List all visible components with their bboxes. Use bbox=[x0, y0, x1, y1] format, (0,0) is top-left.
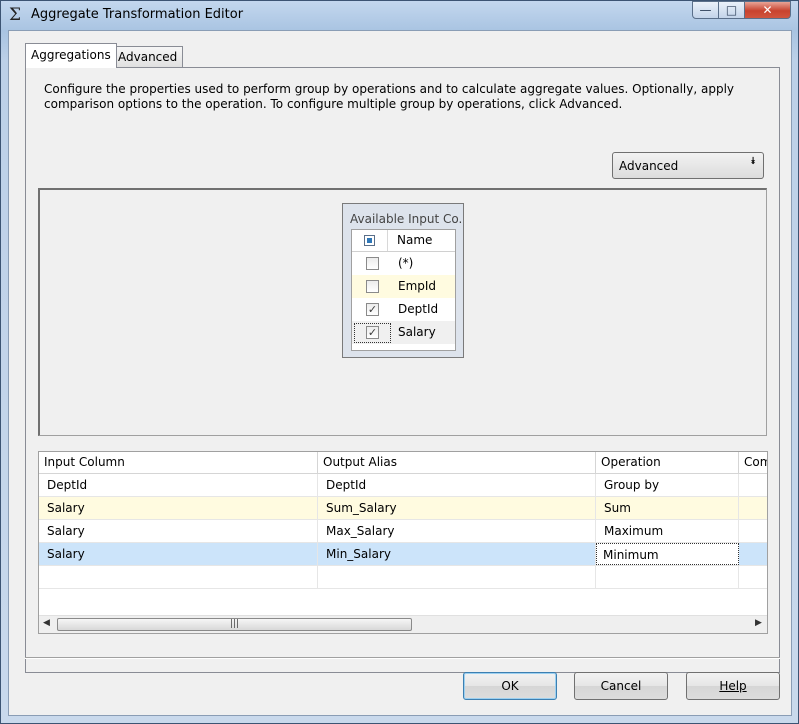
tab-advanced[interactable]: Advanced bbox=[112, 46, 184, 67]
grid-header: Input Column Output Alias Operation Com bbox=[39, 452, 767, 474]
comparison-flags-cell[interactable] bbox=[739, 474, 767, 496]
column-name: (*) bbox=[398, 256, 414, 270]
header-divider bbox=[387, 230, 388, 251]
title-bar[interactable]: Σ Aggregate Transformation Editor — □ ✕ bbox=[1, 1, 798, 29]
output-alias-header[interactable]: Output Alias bbox=[318, 452, 596, 473]
available-input-columns-box[interactable]: Available Input Co... Name (*) EmpId ✓ D… bbox=[342, 203, 464, 358]
column-checkbox[interactable]: ✓ bbox=[366, 326, 379, 339]
column-item[interactable]: ✓ DeptId bbox=[352, 298, 455, 321]
columns-list-header: Name bbox=[352, 230, 455, 252]
minimize-button[interactable]: — bbox=[692, 1, 719, 19]
column-item[interactable]: EmpId bbox=[352, 275, 455, 298]
output-alias-cell[interactable]: Sum_Salary bbox=[318, 497, 596, 519]
name-column-header: Name bbox=[397, 233, 433, 247]
maximize-button[interactable]: □ bbox=[718, 1, 745, 19]
ok-button[interactable]: OK bbox=[463, 672, 557, 700]
comparison-flags-cell[interactable] bbox=[739, 543, 767, 565]
available-columns-title: Available Input Co... bbox=[350, 212, 462, 226]
column-name: EmpId bbox=[398, 279, 437, 293]
scroll-left-icon[interactable]: ◀ bbox=[43, 618, 50, 628]
table-row[interactable]: Salary Sum_Salary Sum bbox=[39, 497, 767, 520]
column-name: DeptId bbox=[398, 302, 439, 316]
comparison-flags-header[interactable]: Com bbox=[739, 452, 767, 473]
input-column-cell[interactable]: Salary bbox=[39, 497, 318, 519]
aggregation-grid: Input Column Output Alias Operation Com … bbox=[38, 451, 768, 634]
maximize-icon: □ bbox=[725, 3, 738, 17]
operation-cell[interactable]: Sum bbox=[596, 497, 739, 519]
horizontal-scrollbar[interactable]: ◀ ||| ▶ bbox=[39, 615, 767, 633]
column-item[interactable]: (*) bbox=[352, 252, 455, 275]
minimize-icon: — bbox=[699, 3, 712, 17]
operation-cell[interactable] bbox=[596, 566, 739, 588]
operation-cell[interactable]: Minimum bbox=[596, 543, 739, 565]
aggregations-panel: Configure the properties used to perform… bbox=[25, 67, 780, 673]
tab-aggregations[interactable]: Aggregations bbox=[25, 43, 117, 68]
output-alias-cell[interactable] bbox=[318, 566, 596, 588]
column-checkbox[interactable] bbox=[366, 280, 379, 293]
advanced-dropdown-label: Advanced bbox=[619, 159, 679, 173]
comparison-flags-cell[interactable] bbox=[739, 520, 767, 542]
input-column-cell[interactable]: Salary bbox=[39, 520, 318, 542]
output-alias-cell[interactable]: Min_Salary bbox=[318, 543, 596, 565]
scroll-right-icon[interactable]: ▶ bbox=[755, 618, 762, 628]
help-button[interactable]: Help bbox=[686, 672, 780, 700]
input-column-cell[interactable]: DeptId bbox=[39, 474, 318, 496]
cancel-button[interactable]: Cancel bbox=[574, 672, 668, 700]
table-row[interactable]: Salary Min_Salary Minimum bbox=[39, 543, 767, 566]
column-designer-area: Available Input Co... Name (*) EmpId ✓ D… bbox=[38, 188, 767, 436]
close-button[interactable]: ✕ bbox=[744, 1, 791, 19]
column-item[interactable]: ✓ Salary bbox=[352, 321, 455, 344]
input-column-cell[interactable] bbox=[39, 566, 318, 588]
column-checkbox[interactable]: ✓ bbox=[366, 303, 379, 316]
dialog-client-area: Aggregations Advanced Configure the prop… bbox=[8, 30, 792, 716]
select-all-checkbox[interactable] bbox=[364, 235, 375, 246]
output-alias-cell[interactable]: DeptId bbox=[318, 474, 596, 496]
operation-cell[interactable]: Group by bbox=[596, 474, 739, 496]
double-chevron-down-icon: ⯯ bbox=[750, 156, 756, 167]
output-alias-cell[interactable]: Max_Salary bbox=[318, 520, 596, 542]
input-column-header[interactable]: Input Column bbox=[39, 452, 318, 473]
column-name: Salary bbox=[398, 325, 436, 339]
close-icon: ✕ bbox=[762, 3, 773, 17]
operation-header[interactable]: Operation bbox=[596, 452, 739, 473]
column-checkbox[interactable] bbox=[366, 257, 379, 270]
input-column-cell[interactable]: Salary bbox=[39, 543, 318, 565]
table-row[interactable]: Salary Max_Salary Maximum bbox=[39, 520, 767, 543]
editor-window: Σ Aggregate Transformation Editor — □ ✕ … bbox=[0, 0, 799, 724]
comparison-flags-cell[interactable] bbox=[739, 497, 767, 519]
window-title: Aggregate Transformation Editor bbox=[31, 7, 244, 22]
scrollbar-thumb[interactable]: ||| bbox=[57, 618, 412, 631]
empty-new-row[interactable] bbox=[39, 566, 767, 589]
sigma-icon: Σ bbox=[9, 5, 22, 25]
operation-cell[interactable]: Maximum bbox=[596, 520, 739, 542]
available-columns-list: Name (*) EmpId ✓ DeptId ✓ Salary bbox=[351, 229, 456, 351]
separator bbox=[25, 657, 780, 659]
table-row[interactable]: DeptId DeptId Group by bbox=[39, 474, 767, 497]
advanced-dropdown[interactable]: Advanced ⯯ bbox=[612, 152, 764, 179]
description-text: Configure the properties used to perform… bbox=[44, 82, 734, 111]
